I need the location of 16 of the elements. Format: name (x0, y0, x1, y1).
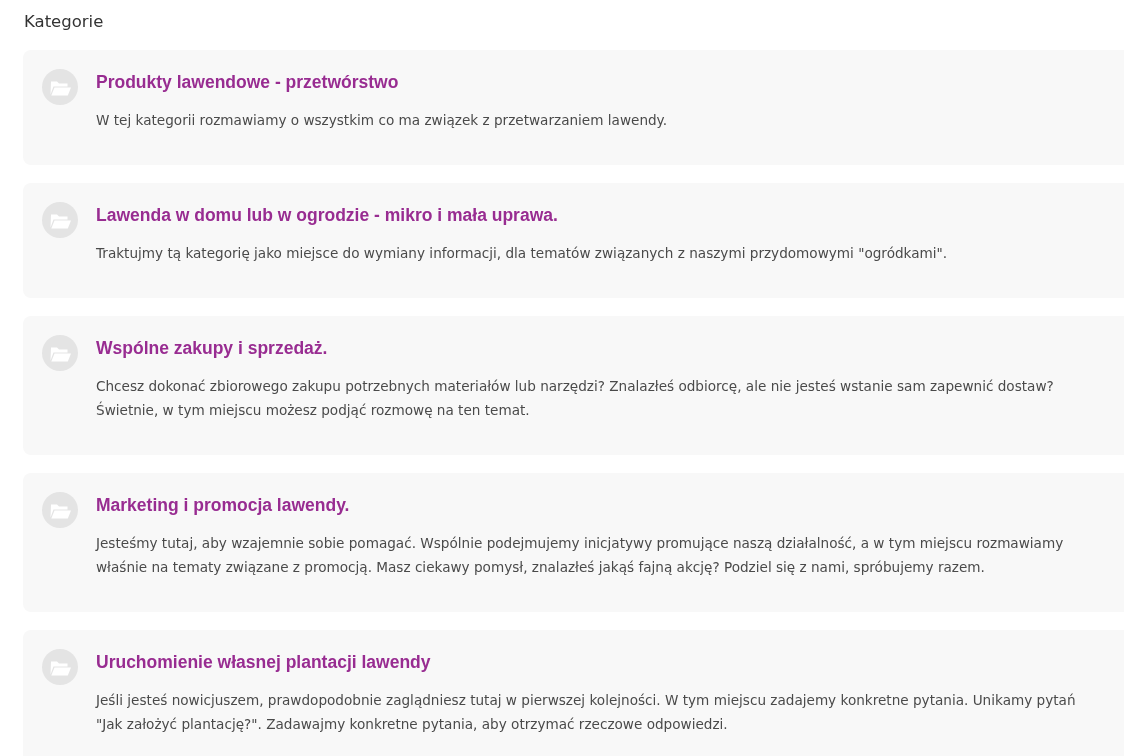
category-link[interactable]: Wspólne zakupy i sprzedaż. (96, 336, 328, 360)
category-link[interactable]: Lawenda w domu lub w ogrodzie - mikro i mała uprawa. (96, 203, 558, 227)
category-description: Chcesz dokonać zbiorowego zakupu potrzebnych materiałów lub narzędzi? Znalazłeś odbiorcę, ale nie jesteś wstanie sam zapewnić dostaw? Świetnie, w tym miejscu możesz podjąć rozmowę na ten temat. (96, 377, 1055, 420)
category-description: Jesteśmy tutaj, aby wzajemnie sobie pomagać. Wspólnie podejmujemy inicjatywy promujące naszą działalność, a w tym miejscu rozmawiamy właśnie na tematy związane z promocją. Masz ciekawy pomysł, znalazłeś jakąś fajną akcję? Podziel się z nami, spróbujemy razem. (96, 534, 1065, 577)
category-description: Jeśli jesteś nowicjuszem, prawdopodobnie zaglądniesz tutaj w pierwszej kolejności. W tym miejscu zadajemy konkretne pytania. Unikamy pytań "Jak założyć plantację?". Zadawajmy konkretne pytania, aby otrzymać rzeczowe odpowiedzi. (96, 691, 1077, 734)
folder-icon (42, 69, 78, 105)
category-link[interactable]: Marketing i promocja lawendy. (96, 493, 350, 517)
category-link[interactable]: Uruchomienie własnej plantacji lawendy (96, 650, 431, 674)
folder-icon (42, 492, 78, 528)
folder-icon (42, 335, 78, 371)
folder-icon (42, 202, 78, 238)
folder-icon (42, 649, 78, 685)
category-link[interactable]: Produkty lawendowe - przetwórstwo (96, 70, 399, 94)
section-heading: Kategorie (24, 11, 105, 33)
category-description: Traktujmy tą kategorię jako miejsce do wymiany informacji, dla tematów związanych z naszymi przydomowymi "ogródkami". (96, 244, 948, 263)
category-description: W tej kategorii rozmawiamy o wszystkim co ma związek z przetwarzaniem lawendy. (96, 111, 668, 130)
